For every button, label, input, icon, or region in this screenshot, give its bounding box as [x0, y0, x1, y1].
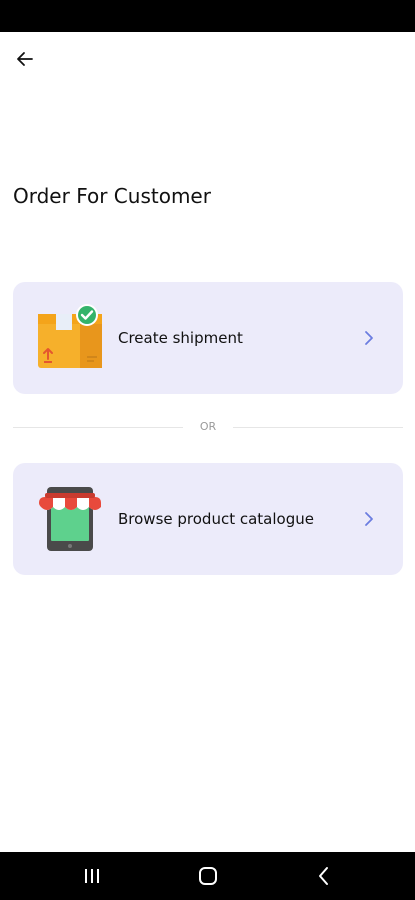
chevron-right-icon [365, 331, 373, 345]
chevron-right-icon [365, 512, 373, 526]
system-navigation-bar [0, 852, 415, 900]
browse-catalogue-label: Browse product catalogue [118, 510, 314, 528]
home-icon[interactable] [196, 864, 220, 888]
browse-catalogue-card[interactable]: Browse product catalogue [13, 463, 403, 575]
create-shipment-label: Create shipment [118, 329, 243, 347]
recents-icon[interactable] [80, 864, 104, 888]
page-title: Order For Customer [13, 184, 211, 208]
arrow-left-icon [17, 52, 33, 66]
divider-line-right [233, 427, 403, 428]
storefront-tablet-icon [39, 487, 101, 551]
or-divider: OR [13, 418, 403, 436]
status-bar [0, 0, 415, 32]
package-check-icon [38, 304, 102, 368]
back-chevron-icon[interactable] [312, 864, 336, 888]
back-button[interactable] [10, 44, 40, 74]
create-shipment-card[interactable]: Create shipment [13, 282, 403, 394]
